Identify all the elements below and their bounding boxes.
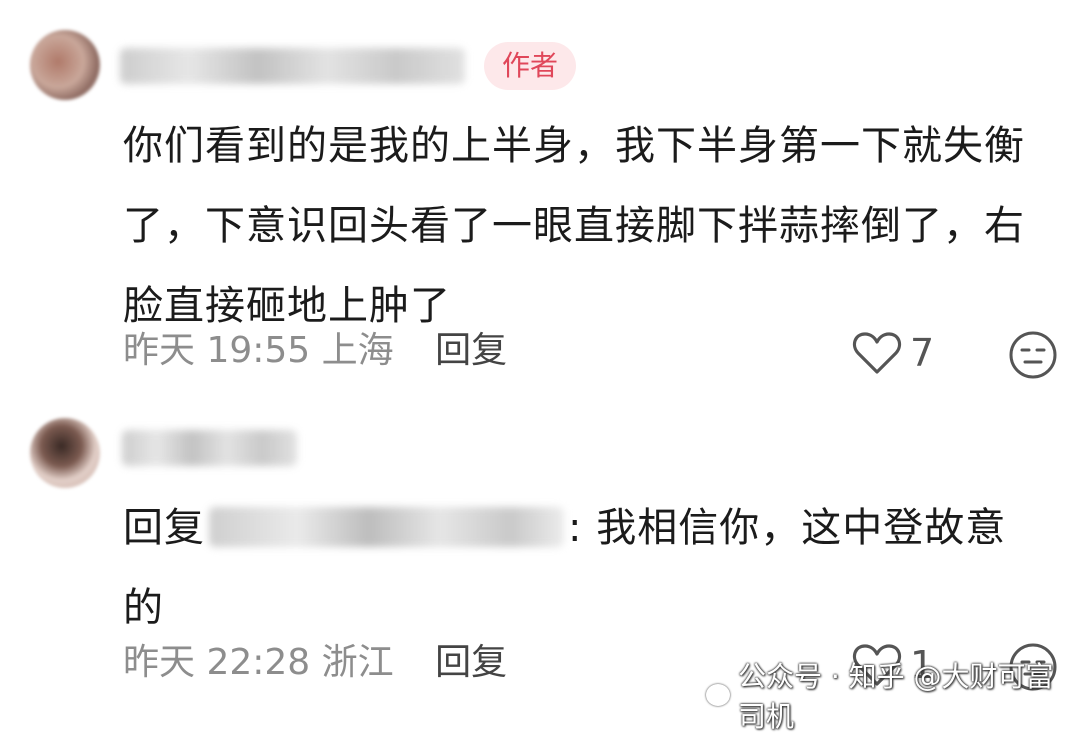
comment-location: 浙江 <box>321 642 394 683</box>
username-blurred[interactable] <box>120 48 465 84</box>
like-count: 7 <box>910 331 935 375</box>
username-blurred[interactable] <box>122 430 297 466</box>
watermark-text: 公众号 · 知乎 @大财可富司机 <box>737 660 1054 733</box>
comment-text: 你们看到的是我的上半身，我下半身第一下就失衡了，下意识回头看了一眼直接脚下拌蒜摔… <box>123 123 1025 329</box>
avatar[interactable] <box>30 418 100 488</box>
comment-meta: 昨天 22:28 浙江 回复 <box>123 637 507 689</box>
wechat-icon <box>706 684 730 706</box>
comment-text: 回复: 我相信你，这中登故意的 <box>123 488 1043 648</box>
reply-button[interactable]: 回复 <box>435 642 507 683</box>
like-button[interactable]: 7 <box>852 327 934 379</box>
reply-button[interactable]: 回复 <box>435 330 507 371</box>
reply-prefix: 回复 <box>123 505 205 551</box>
mention-blurred[interactable] <box>209 507 564 547</box>
author-badge: 作者 <box>484 42 577 90</box>
heart-outline-icon <box>852 332 902 374</box>
comment-item: 作者 你们看到的是我的上半身，我下半身第一下就失衡了，下意识回头看了一眼直接脚下… <box>0 0 1080 400</box>
neutral-face-icon[interactable] <box>1008 330 1058 380</box>
watermark: 公众号 · 知乎 @大财可富司机 <box>706 655 1080 735</box>
comment-meta: 昨天 19:55 上海 回复 <box>123 325 507 377</box>
avatar[interactable] <box>30 30 100 100</box>
comment-time: 昨天 22:28 <box>123 642 311 683</box>
comment-location: 上海 <box>321 330 394 371</box>
comment-time: 昨天 19:55 <box>123 330 311 371</box>
